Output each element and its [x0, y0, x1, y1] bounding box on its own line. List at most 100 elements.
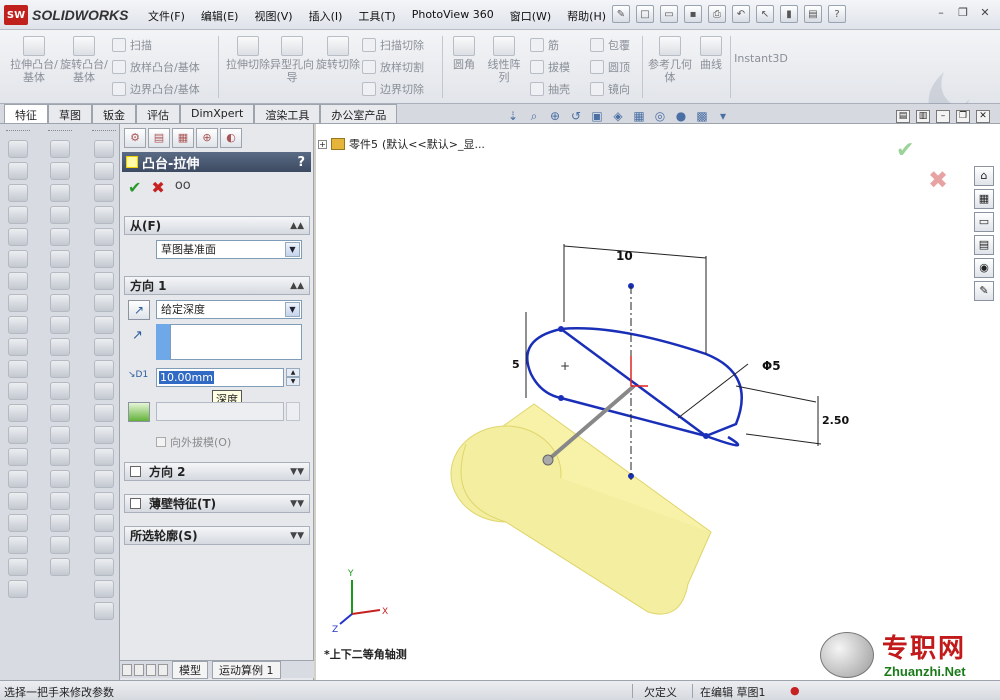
tool-icon[interactable] [50, 514, 70, 532]
viewport-minimize-icon[interactable]: – [936, 110, 950, 123]
tool-icon[interactable] [50, 558, 70, 576]
from-group-header[interactable]: 从(F) ▲▲ [124, 216, 310, 235]
expand-icon[interactable]: ▼▼ [290, 531, 304, 541]
curves-button[interactable]: 曲线 [694, 36, 728, 71]
tool-icon[interactable] [94, 272, 114, 290]
tool-icon[interactable] [94, 316, 114, 334]
draft-angle-input[interactable] [156, 402, 284, 421]
previous-view-icon[interactable]: ↺ [567, 108, 585, 124]
tool-icon[interactable] [50, 338, 70, 356]
tool-icon[interactable] [94, 228, 114, 246]
wrap-button[interactable]: 包覆 [590, 36, 630, 54]
expand-icon[interactable]: ▼▼ [290, 467, 304, 477]
tab-features[interactable]: 特征 [4, 104, 48, 123]
tool-icon[interactable] [8, 470, 28, 488]
depth-input[interactable]: 10.00mm [156, 368, 284, 387]
tab-dimxpert[interactable]: DimXpert [180, 104, 255, 123]
rebuild-status-icon[interactable]: ● [790, 684, 800, 697]
boundary-boss-button[interactable]: 边界凸台/基体 [112, 80, 200, 98]
menu-help[interactable]: 帮助(H) [559, 6, 614, 26]
menu-photoview[interactable]: PhotoView 360 [404, 6, 502, 26]
section-view-icon[interactable]: ▣ [588, 108, 606, 124]
dimension-height[interactable]: 5 [512, 312, 527, 398]
tool-icon[interactable] [94, 294, 114, 312]
menu-tools[interactable]: 工具(T) [350, 6, 403, 26]
tool-icon[interactable] [50, 228, 70, 246]
depth-spinner[interactable]: ▲ ▼ [286, 368, 300, 387]
hole-wizard-button[interactable]: 异型孔向导 [266, 36, 318, 84]
thin-feature-header[interactable]: 薄壁特征(T) ▼▼ [124, 494, 310, 513]
collapse-icon[interactable]: ▲▲ [290, 281, 304, 291]
last-tab-icon[interactable] [158, 663, 168, 676]
next-tab-icon[interactable] [146, 663, 156, 676]
menu-window[interactable]: 窗口(W) [502, 6, 559, 26]
tool-icon[interactable] [94, 426, 114, 444]
tab-office-products[interactable]: 办公室产品 [320, 104, 398, 123]
tool-icon[interactable] [94, 404, 114, 422]
extrude-boss-button[interactable]: 拉伸凸台/基体 [8, 36, 60, 84]
tab-sketch[interactable]: 草图 [48, 104, 92, 123]
tool-icon[interactable] [8, 140, 28, 158]
tool-icon[interactable] [8, 558, 28, 576]
chevron-down-icon[interactable]: ▼ [285, 302, 300, 317]
display-manager-tab-icon[interactable]: ◐ [220, 128, 242, 148]
direction2-header[interactable]: 方向 2 ▼▼ [124, 462, 310, 481]
tool-icon[interactable] [8, 250, 28, 268]
tool-icon[interactable] [8, 272, 28, 290]
revolve-boss-button[interactable]: 旋转凸台/基体 [58, 36, 110, 84]
graphics-area[interactable]: + 零件5 (默认<<默认>_显... ✔ ✖ + 10 5 Φ5 2.50 Y… [316, 124, 1000, 680]
tool-icon[interactable] [50, 250, 70, 268]
select-icon[interactable]: ↖ [756, 5, 774, 23]
first-tab-icon[interactable] [122, 663, 132, 676]
custom-properties-icon[interactable]: ✎ [974, 281, 994, 301]
loft-cut-button[interactable]: 放样切割 [362, 58, 424, 76]
direction-selection-box[interactable] [170, 324, 302, 360]
thin-feature-checkbox[interactable] [130, 498, 141, 509]
scene-icon[interactable]: ▩ [693, 108, 711, 124]
fillet-button[interactable]: 圆角 [444, 36, 484, 71]
dimension-side[interactable]: 2.50 [735, 385, 849, 446]
print-icon[interactable]: ⎙ [708, 5, 726, 23]
tool-icon[interactable] [94, 162, 114, 180]
tool-icon[interactable] [8, 536, 28, 554]
draft-outward-checkbox[interactable] [156, 437, 166, 447]
dimension-width[interactable]: 10 [563, 244, 707, 354]
tool-icon[interactable] [8, 580, 28, 598]
viewport-close-icon[interactable]: ✕ [976, 110, 990, 123]
tool-icon[interactable] [50, 316, 70, 334]
reference-geometry-button[interactable]: 参考几何体 [646, 36, 694, 84]
mirror-button[interactable]: 镜向 [590, 80, 630, 98]
selected-contours-header[interactable]: 所选轮廓(S) ▼▼ [124, 526, 310, 545]
tool-icon[interactable] [50, 272, 70, 290]
new-file-icon[interactable]: □ [636, 5, 654, 23]
tool-icon[interactable] [8, 360, 28, 378]
tab-sheet-metal[interactable]: 钣金 [92, 104, 136, 123]
tool-icon[interactable] [94, 558, 114, 576]
tool-icon[interactable] [8, 294, 28, 312]
menu-view[interactable]: 视图(V) [246, 6, 300, 26]
tool-icon[interactable] [8, 492, 28, 510]
drag-handle[interactable] [542, 454, 554, 466]
restore-icon[interactable]: ❐ [954, 6, 972, 22]
appearance-icon[interactable]: ● [672, 108, 690, 124]
feature-tree-tab-icon[interactable]: ⚙ [124, 128, 146, 148]
tool-icon[interactable] [94, 184, 114, 202]
menu-file[interactable]: 文件(F) [140, 6, 193, 26]
tool-icon[interactable] [50, 294, 70, 312]
tool-icon[interactable] [94, 602, 114, 620]
zoom-to-fit-icon[interactable]: ⌕ [525, 108, 543, 124]
help-icon[interactable]: ? [297, 155, 305, 170]
tool-icon[interactable] [8, 448, 28, 466]
tool-icon[interactable] [50, 448, 70, 466]
tool-icon[interactable] [94, 514, 114, 532]
display-style-icon[interactable]: ▦ [630, 108, 648, 124]
cancel-x-icon[interactable]: ✖ [151, 178, 164, 197]
hide-show-icon[interactable]: ◎ [651, 108, 669, 124]
tab-model[interactable]: 模型 [172, 660, 208, 679]
tool-icon[interactable] [94, 360, 114, 378]
close-icon[interactable]: ✕ [976, 6, 994, 22]
appearances-icon[interactable]: ◉ [974, 258, 994, 278]
instant3d-button[interactable]: Instant3D [734, 52, 788, 65]
draft-spinner[interactable] [286, 402, 300, 421]
draft-button[interactable]: 拔模 [530, 58, 570, 76]
